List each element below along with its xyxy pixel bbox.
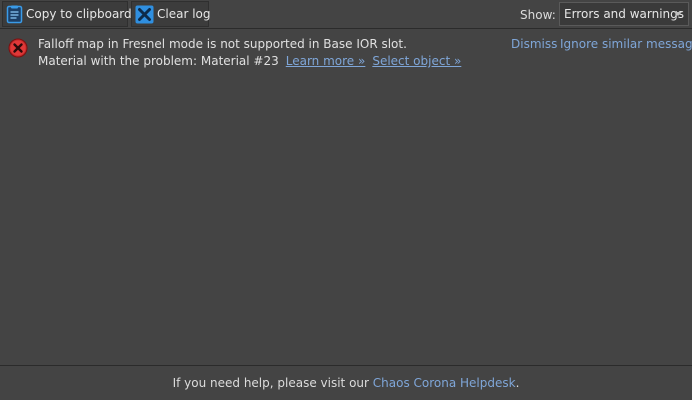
clear-log-label: Clear log (157, 7, 211, 21)
footer: If you need help, please visit our Chaos… (0, 365, 692, 400)
show-filter-select[interactable]: Errors and warnings (559, 2, 689, 26)
log-list: Falloff map in Fresnel mode is not suppo… (0, 29, 692, 365)
show-filter-label: Show: (520, 8, 556, 22)
log-message-detail: Material with the problem: Material #23 L… (38, 54, 461, 68)
help-text-prefix: If you need help, please visit our (172, 376, 373, 390)
helpdesk-link[interactable]: Chaos Corona Helpdesk (373, 376, 516, 390)
log-message: Falloff map in Fresnel mode is not suppo… (38, 37, 407, 51)
ignore-similar-link[interactable]: Ignore similar messages (560, 37, 692, 51)
help-text: If you need help, please visit our Chaos… (0, 376, 692, 390)
select-object-link[interactable]: Select object » (372, 54, 461, 68)
log-entry: Falloff map in Fresnel mode is not suppo… (0, 29, 692, 73)
clear-log-button[interactable]: Clear log (131, 1, 211, 27)
copy-to-clipboard-label: Copy to clipboard (26, 7, 132, 21)
toolbar: Copy to clipboard Clear log Show: Errors… (0, 0, 692, 29)
learn-more-link[interactable]: Learn more » (286, 54, 366, 68)
chevron-down-icon (674, 12, 682, 16)
show-filter-value: Errors and warnings (564, 7, 685, 21)
help-text-suffix: . (515, 376, 520, 390)
material-problem-text: Material with the problem: Material #23 (38, 54, 279, 68)
copy-to-clipboard-button[interactable]: Copy to clipboard (2, 1, 132, 27)
dismiss-link[interactable]: Dismiss (511, 37, 557, 51)
clipboard-icon (6, 4, 23, 24)
clear-x-icon (135, 4, 154, 24)
error-icon (8, 38, 28, 58)
